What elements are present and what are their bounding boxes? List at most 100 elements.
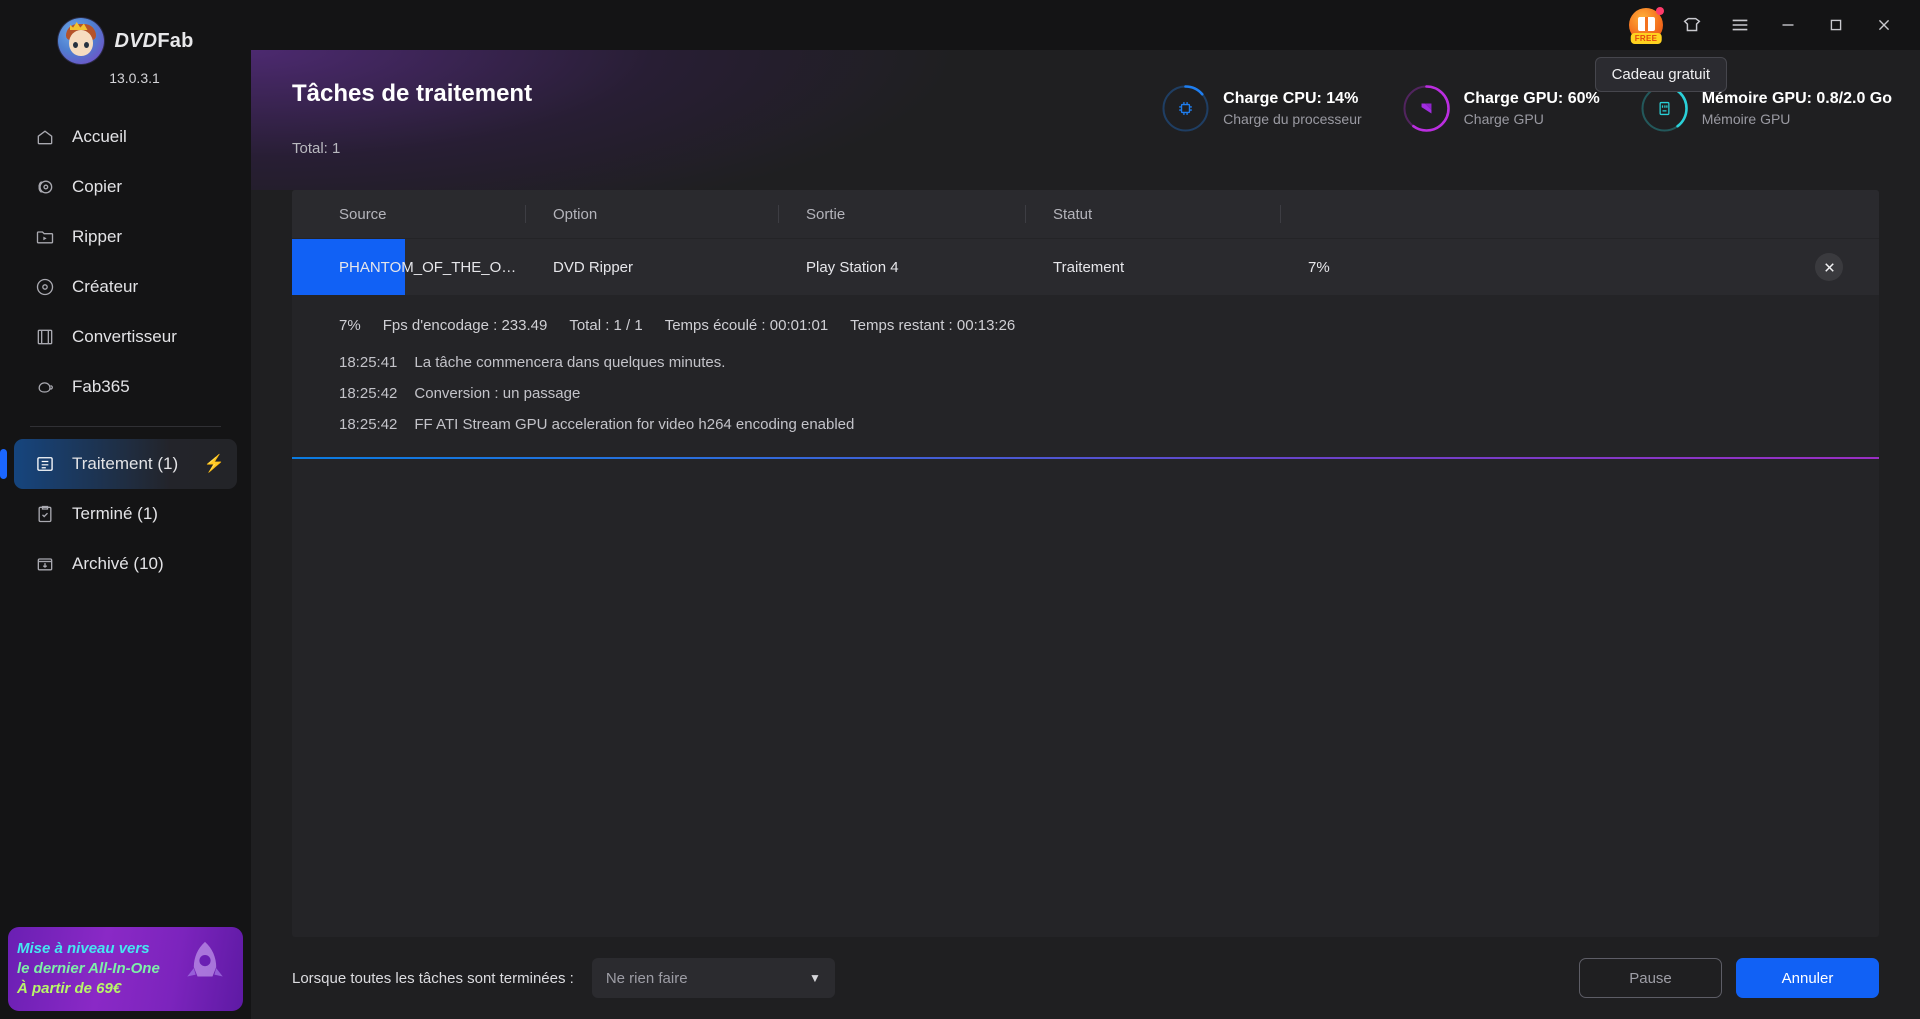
stat-cpu-load: Charge CPU: 14% Charge du processeur	[1161, 84, 1362, 133]
brand-name-bold: DVD	[114, 29, 158, 52]
gift-tooltip: Cadeau gratuit	[1594, 57, 1727, 92]
promo-line-3: À partir de 69€	[17, 979, 122, 997]
task-total-count: Total: 1	[292, 140, 341, 157]
maximize-button[interactable]	[1814, 6, 1858, 44]
disc-icon	[34, 276, 56, 298]
sidebar: DVDFab 13.0.3.1 Accueil Copier Ripper Cr…	[0, 0, 251, 1019]
cpu-stat-text: Charge CPU: 14% Charge du processeur	[1223, 88, 1362, 128]
cell-progress: 7%	[1308, 258, 1330, 276]
brand: DVDFab 13.0.3.1	[0, 0, 251, 86]
close-window-button[interactable]	[1862, 6, 1906, 44]
log-entry: 18:25:42 Conversion : un passage	[339, 385, 1879, 402]
log-message: Conversion : un passage	[414, 385, 581, 402]
detail-total: Total : 1 / 1	[569, 317, 643, 334]
brand-name: DVDFab	[115, 30, 194, 53]
detail-percent: 7%	[339, 317, 361, 334]
film-icon	[34, 326, 56, 348]
sidebar-item-label: Archivé (10)	[72, 554, 164, 573]
detail-elapsed: Temps écoulé : 00:01:01	[664, 317, 829, 334]
column-header-statut: Statut	[1025, 206, 1280, 223]
rocket-icon	[187, 941, 223, 977]
sidebar-item-label: Convertisseur	[72, 327, 177, 346]
detail-remaining: Temps restant : 00:13:26	[850, 317, 1016, 334]
close-icon	[1878, 19, 1890, 31]
sidebar-divider	[30, 426, 221, 427]
promo-text: Mise à niveau vers le dernier All-In-One…	[8, 939, 160, 998]
promo-line-1: Mise à niveau vers	[17, 940, 150, 958]
cancel-task-button[interactable]	[1815, 253, 1843, 281]
sidebar-item-label: Fab365	[72, 377, 130, 396]
sidebar-item-convertisseur[interactable]: Convertisseur	[14, 312, 237, 362]
gpu-ring-gauge	[1402, 84, 1451, 133]
log-entry: 18:25:41 La tâche commencera dans quelqu…	[339, 354, 1879, 371]
chevron-down-icon: ▼	[808, 971, 821, 985]
column-header-option: Option	[525, 206, 778, 223]
minimize-icon	[1782, 24, 1794, 26]
sidebar-item-createur[interactable]: Créateur	[14, 262, 237, 312]
sidebar-item-archive[interactable]: Archivé (10)	[14, 539, 237, 589]
fab365-icon	[34, 376, 56, 398]
main-area: FREE Cadeau gratuit Tâches de traitement…	[251, 0, 1920, 1019]
cpu-stat-subtitle: Charge du processeur	[1223, 110, 1362, 127]
after-tasks-select[interactable]: Ne rien faire ▼	[591, 958, 835, 998]
cpu-stat-title: Charge CPU: 14%	[1223, 90, 1359, 108]
sidebar-item-label: Terminé (1)	[72, 504, 158, 523]
task-detail: 7% Fps d'encodage : 233.49 Total : 1 / 1…	[292, 295, 1879, 459]
table-header: Source Option Sortie Statut	[292, 190, 1879, 238]
after-tasks-select-value: Ne rien faire	[605, 969, 688, 987]
log-message: FF ATI Stream GPU acceleration for video…	[414, 416, 855, 433]
menu-button[interactable]	[1718, 6, 1762, 44]
title-bar: FREE	[251, 0, 1920, 50]
sidebar-item-copier[interactable]: Copier	[14, 162, 237, 212]
sidebar-item-termine[interactable]: Terminé (1)	[14, 489, 237, 539]
column-header-sortie: Sortie	[778, 206, 1025, 223]
app-window: DVDFab 13.0.3.1 Accueil Copier Ripper Cr…	[0, 0, 1920, 1019]
task-log: 18:25:41 La tâche commencera dans quelqu…	[292, 354, 1879, 433]
cell-source: PHANTOM_OF_THE_OPE…	[339, 258, 525, 276]
home-icon	[34, 126, 56, 148]
sidebar-item-traitement[interactable]: Traitement (1) ⚡	[0, 439, 237, 489]
gpu-memory-stat-title: Mémoire GPU: 0.8/2.0 Go	[1701, 90, 1892, 108]
gpu-stat-subtitle: Charge GPU	[1463, 110, 1544, 127]
close-icon	[1824, 262, 1834, 272]
promo-banner[interactable]: Mise à niveau vers le dernier All-In-One…	[8, 927, 243, 1011]
gift-button[interactable]: FREE	[1626, 5, 1666, 45]
sidebar-item-label: Accueil	[72, 127, 127, 146]
gpu-memory-stat-text: Mémoire GPU: 0.8/2.0 Go Mémoire GPU	[1702, 88, 1892, 128]
app-version: 13.0.3.1	[109, 70, 160, 86]
system-stats: Charge CPU: 14% Charge du processeur Cha…	[1161, 84, 1892, 133]
sidebar-item-label: Traitement (1)	[72, 454, 179, 473]
sidebar-nav: Accueil Copier Ripper Créateur Convertis…	[0, 112, 251, 589]
brand-name-light: Fab	[157, 29, 194, 52]
hamburger-icon	[1732, 19, 1748, 31]
sidebar-item-label: Créateur	[72, 277, 139, 296]
detail-fps: Fps d'encodage : 233.49	[382, 317, 548, 334]
sidebar-item-fab365[interactable]: Fab365	[14, 362, 237, 412]
task-block: PHANTOM_OF_THE_OPE… DVD Ripper Play Stat…	[292, 238, 1879, 459]
disc-copy-icon	[34, 176, 56, 198]
pause-button[interactable]: Pause	[1579, 958, 1722, 998]
sidebar-item-accueil[interactable]: Accueil	[14, 112, 237, 162]
minimize-button[interactable]	[1766, 6, 1810, 44]
table-row[interactable]: PHANTOM_OF_THE_OPE… DVD Ripper Play Stat…	[292, 239, 1879, 295]
cell-statut: Traitement	[1053, 258, 1125, 276]
log-timestamp: 18:25:41	[339, 354, 398, 371]
log-message: La tâche commencera dans quelques minute…	[414, 354, 726, 371]
cpu-icon	[1161, 84, 1210, 133]
gift-shirt-button[interactable]	[1670, 6, 1714, 44]
log-timestamp: 18:25:42	[339, 385, 398, 402]
task-progress-stats: 7% Fps d'encodage : 233.49 Total : 1 / 1…	[292, 317, 1879, 334]
task-list-icon	[34, 453, 56, 475]
tasks-panel: Source Option Sortie Statut PHANTOM_OF_T…	[292, 190, 1879, 937]
cell-option: DVD Ripper	[553, 258, 634, 276]
cpu-ring-gauge	[1161, 84, 1210, 133]
promo-line-2: le dernier All-In-One	[17, 960, 160, 978]
cell-sortie: Play Station 4	[806, 258, 899, 276]
cancel-button[interactable]: Annuler	[1736, 958, 1879, 998]
archive-icon	[34, 553, 56, 575]
stat-gpu-load: Charge GPU: 60% Charge GPU	[1402, 84, 1600, 133]
bottom-bar: Lorsque toutes les tâches sont terminées…	[251, 937, 1920, 1019]
sidebar-item-label: Copier	[72, 177, 123, 196]
gpu-stat-title: Charge GPU: 60%	[1463, 90, 1600, 108]
sidebar-item-ripper[interactable]: Ripper	[14, 212, 237, 262]
